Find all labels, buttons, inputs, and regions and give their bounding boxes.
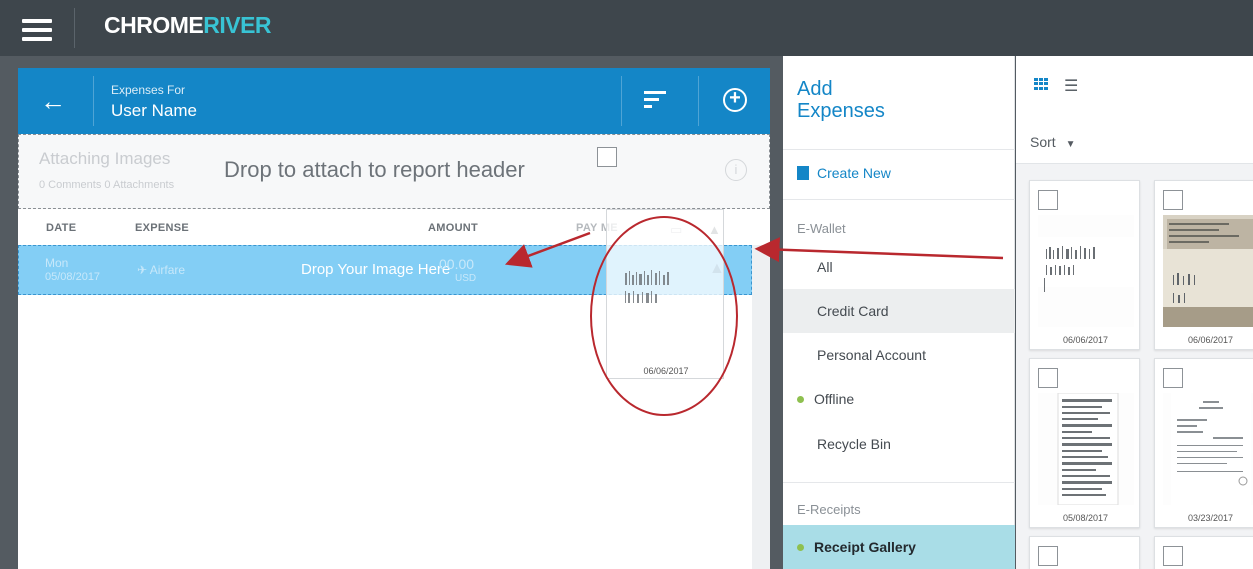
receipt-checkbox[interactable]: [1163, 546, 1183, 566]
row-currency: USD: [455, 273, 477, 284]
separator: [783, 482, 1015, 483]
column-date: DATE: [46, 222, 77, 234]
add-expenses-title: Add Expenses: [797, 78, 885, 122]
receipt-checkbox[interactable]: [1163, 368, 1183, 388]
caret-down-icon: ▼: [1065, 139, 1076, 150]
airplane-icon: ✈: [137, 263, 150, 277]
receipt-card[interactable]: 06/06/2017: [1029, 180, 1140, 350]
receipt-checkbox[interactable]: [1038, 190, 1058, 210]
report-panel: ← Expenses For User Name + Attaching Ima…: [18, 68, 770, 569]
hamburger-menu-icon[interactable]: [22, 19, 52, 41]
chrome-river-logo: CHROMERIVER: [104, 12, 272, 38]
row-expense-type: ✈ Airfare: [137, 263, 186, 277]
receipt-checkbox[interactable]: [1038, 368, 1058, 388]
add-circle-icon[interactable]: +: [723, 88, 747, 112]
receipt-date: 06/06/2017: [1187, 335, 1234, 345]
sort-dropdown[interactable]: Sort ▼: [1030, 134, 1075, 150]
drop-image-text: Drop Your Image Here: [301, 261, 451, 278]
report-header-drop-zone[interactable]: Attaching Images 0 Comments 0 Attachment…: [18, 134, 770, 209]
receipt-gallery: ☰ Sort ▼ 06/06/2017 06/06/2017 05/08/201…: [1016, 56, 1253, 569]
row-date: 05/08/2017: [45, 271, 101, 283]
header-divider: [698, 76, 699, 126]
gallery-toolbar: ☰ Sort ▼: [1016, 56, 1253, 164]
back-arrow-icon[interactable]: ←: [40, 86, 66, 117]
header-checkbox[interactable]: [597, 147, 617, 167]
info-icon[interactable]: i: [725, 159, 747, 181]
menu-item-offline[interactable]: Offline: [783, 377, 1015, 421]
menu-item-recycle-bin[interactable]: Recycle Bin: [783, 422, 1015, 466]
ewallet-label: E-Wallet: [797, 221, 846, 236]
header-divider: [621, 76, 622, 126]
scrollbar[interactable]: [752, 245, 770, 569]
separator: [783, 199, 1015, 200]
status-dot: [797, 544, 804, 551]
receipt-photo-thumbnail: [1163, 215, 1253, 327]
receipt-date: 05/08/2017: [1062, 513, 1109, 523]
menu-item-all[interactable]: All: [783, 245, 1015, 289]
receipt-card[interactable]: 06/06/2017: [1154, 180, 1253, 350]
header-divider: [93, 76, 94, 126]
sort-icon[interactable]: [644, 91, 666, 112]
drop-header-text: Drop to attach to report header: [224, 157, 525, 182]
expenses-for-label: Expenses For: [111, 83, 186, 97]
receipt-card[interactable]: 03/23/2017: [1154, 358, 1253, 528]
row-day: Mon: [45, 256, 69, 270]
receipt-date: 06/06/2017: [1062, 335, 1109, 345]
receipt-card[interactable]: 05/08/2017: [1029, 358, 1140, 528]
create-new-button[interactable]: Create New: [797, 165, 891, 181]
separator: [783, 149, 1015, 150]
receipt-date: 03/23/2017: [1187, 513, 1234, 523]
receipt-checkbox[interactable]: [1038, 546, 1058, 566]
receipt-checkbox[interactable]: [1163, 190, 1183, 210]
attachments-meta: 0 Comments 0 Attachments: [39, 179, 175, 191]
status-dot: [797, 396, 804, 403]
receipt-thumbnail: [1038, 215, 1134, 327]
menu-item-credit-card[interactable]: Credit Card: [783, 289, 1015, 333]
row-amount: 00.00: [439, 256, 475, 272]
new-document-icon: [797, 166, 809, 180]
receipt-card[interactable]: [1029, 536, 1140, 569]
receipt-thumbnail: [1038, 393, 1134, 505]
ereceipts-label: E-Receipts: [797, 502, 861, 517]
add-expenses-panel: Add Expenses Create New E-Wallet All Cred…: [783, 56, 1015, 569]
column-amount: AMOUNT: [428, 222, 479, 234]
receipt-card[interactable]: [1154, 536, 1253, 569]
report-header: ← Expenses For User Name +: [18, 68, 770, 134]
grid-view-icon[interactable]: [1034, 78, 1048, 90]
receipt-thumbnail: [1163, 393, 1253, 505]
user-name: User Name: [111, 101, 197, 120]
annotation-circle: [590, 216, 738, 416]
column-expense: EXPENSE: [135, 222, 190, 234]
top-bar: CHROMERIVER: [0, 0, 1253, 56]
list-view-icon[interactable]: ☰: [1064, 76, 1078, 96]
menu-item-receipt-gallery[interactable]: Receipt Gallery: [783, 525, 1015, 569]
topbar-divider: [74, 8, 75, 48]
menu-item-personal-account[interactable]: Personal Account: [783, 333, 1015, 377]
attaching-images-title: Attaching Images: [39, 149, 171, 168]
